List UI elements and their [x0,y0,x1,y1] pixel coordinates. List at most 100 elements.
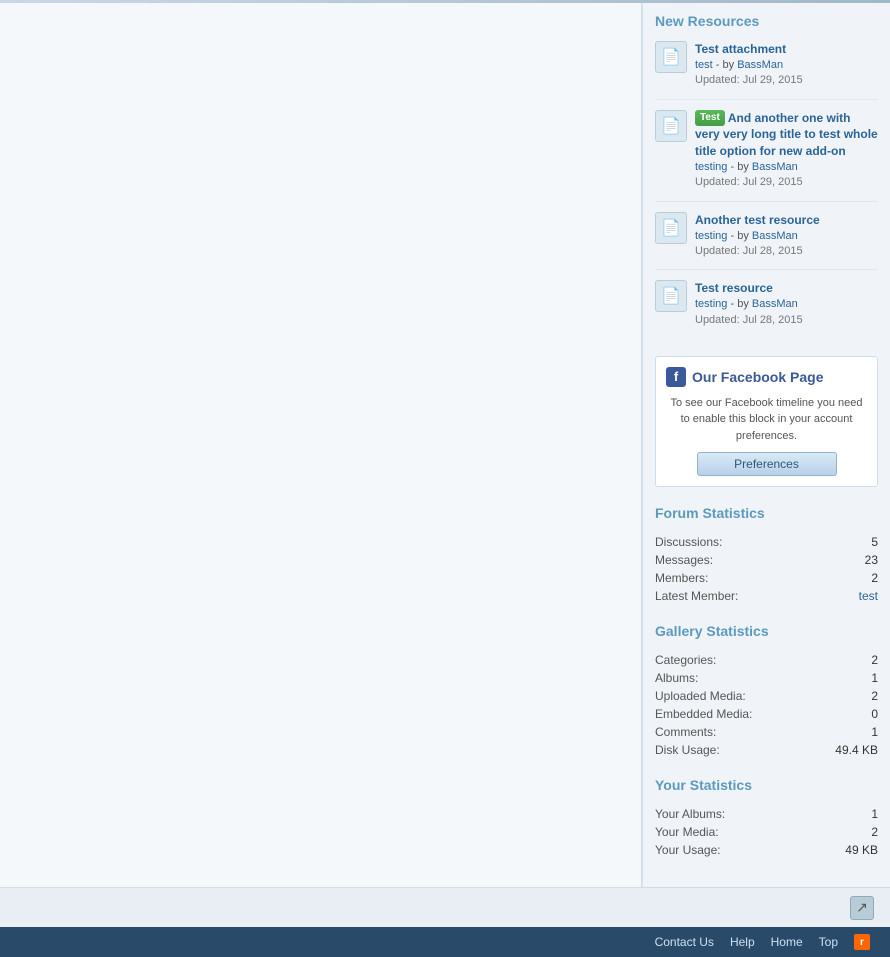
footer-home-link[interactable]: Home [771,935,803,949]
new-resources-section: New Resources 📄 Test attachment test - b… [655,13,878,338]
albums-value: 1 [810,669,878,687]
resource-thumb-1: 📄 [655,41,687,73]
table-row: Your Albums: 1 [655,805,878,823]
resource-author-2[interactable]: BassMan [752,161,798,173]
facebook-section: f Our Facebook Page To see our Facebook … [655,356,878,488]
left-panel [0,3,642,887]
comments-label: Comments: [655,723,810,741]
new-resources-title: New Resources [655,13,878,33]
table-row: Uploaded Media: 2 [655,687,878,705]
table-row: Members: 2 [655,569,878,587]
resource-category-link-3[interactable]: testing [695,230,727,242]
scroll-top-area: ↗ [0,887,890,927]
table-row: Messages: 23 [655,551,878,569]
resource-title-1[interactable]: Test attachment [695,42,786,56]
uploaded-media-label: Uploaded Media: [655,687,810,705]
resource-author-1[interactable]: BassMan [737,59,783,71]
resource-category-4: testing - by BassMan [695,297,878,312]
footer-contact-link[interactable]: Contact Us [655,935,714,949]
comments-value: 1 [810,723,878,741]
gallery-stats-table: Categories: 2 Albums: 1 Uploaded Media: … [655,651,878,759]
resource-thumb-2: 📄 [655,110,687,142]
albums-label: Albums: [655,669,810,687]
resource-thumb-3: 📄 [655,212,687,244]
resource-updated-1: Updated: Jul 29, 2015 [695,73,878,88]
scroll-top-button[interactable]: ↗ [850,896,874,920]
disk-usage-label: Disk Usage: [655,741,810,759]
members-label: Members: [655,569,836,587]
resource-category-2: testing - by BassMan [695,160,878,175]
resource-updated-4: Updated: Jul 28, 2015 [695,313,878,328]
content-wrapper: New Resources 📄 Test attachment test - b… [0,3,890,887]
facebook-description: To see our Facebook timeline you need to… [666,395,867,445]
footer-help-link[interactable]: Help [730,935,755,949]
members-value: 2 [836,569,878,587]
resource-author-prefix-3: - by [730,230,751,242]
your-albums-label: Your Albums: [655,805,807,823]
resource-category-link-2[interactable]: testing [695,161,727,173]
resource-category-1: test - by BassMan [695,58,878,73]
your-stats-title: Your Statistics [655,777,878,797]
table-row: Comments: 1 [655,723,878,741]
resource-author-3[interactable]: BassMan [752,230,798,242]
gallery-stats-section: Gallery Statistics Categories: 2 Albums:… [655,623,878,759]
messages-value: 23 [836,551,878,569]
resource-author-prefix-2: - by [730,161,751,173]
resource-info-3: Another test resource testing - by BassM… [695,212,878,260]
latest-member-value: test [836,587,878,605]
your-usage-value: 49 KB [807,841,878,859]
latest-member-link[interactable]: test [859,589,878,603]
resource-category-link-4[interactable]: testing [695,298,727,310]
your-albums-value: 1 [807,805,878,823]
embedded-media-label: Embedded Media: [655,705,810,723]
resource-author-prefix-4: - by [730,298,751,310]
resource-tag-2: Test [695,110,725,126]
resource-author-prefix-1: - by [716,59,737,71]
latest-member-label: Latest Member: [655,587,836,605]
table-row: Your Media: 2 [655,823,878,841]
resource-title-3[interactable]: Another test resource [695,213,820,227]
resource-info-1: Test attachment test - by BassMan Update… [695,41,878,89]
forum-stats-table: Discussions: 5 Messages: 23 Members: 2 L… [655,533,878,605]
forum-stats-title: Forum Statistics [655,505,878,525]
resource-author-4[interactable]: BassMan [752,298,798,310]
table-row: Discussions: 5 [655,533,878,551]
resource-thumb-4: 📄 [655,280,687,312]
resource-item-2: 📄 TestAnd another one with very very lon… [655,110,878,202]
table-row: Your Usage: 49 KB [655,841,878,859]
disk-usage-value: 49.4 KB [810,741,878,759]
table-row: Embedded Media: 0 [655,705,878,723]
resource-info-4: Test resource testing - by BassMan Updat… [695,280,878,328]
resource-updated-3: Updated: Jul 28, 2015 [695,244,878,259]
your-media-label: Your Media: [655,823,807,841]
gallery-stats-title: Gallery Statistics [655,623,878,643]
resource-item-4: 📄 Test resource testing - by BassMan Upd… [655,280,878,338]
categories-value: 2 [810,651,878,669]
your-stats-table: Your Albums: 1 Your Media: 2 Your Usage:… [655,805,878,859]
resource-title-4[interactable]: Test resource [695,281,773,295]
resource-category-link-1[interactable]: test [695,59,713,71]
embedded-media-value: 0 [810,705,878,723]
discussions-value: 5 [836,533,878,551]
your-usage-label: Your Usage: [655,841,807,859]
uploaded-media-value: 2 [810,687,878,705]
footer-top-link[interactable]: Top [819,935,838,949]
messages-label: Messages: [655,551,836,569]
right-sidebar: New Resources 📄 Test attachment test - b… [642,3,890,887]
preferences-button[interactable]: Preferences [697,452,837,476]
discussions-label: Discussions: [655,533,836,551]
facebook-icon: f [666,367,686,387]
rss-icon[interactable]: r [854,934,870,950]
resource-updated-2: Updated: Jul 29, 2015 [695,175,878,190]
categories-label: Categories: [655,651,810,669]
footer: Contact Us Help Home Top r [0,927,890,957]
table-row: Disk Usage: 49.4 KB [655,741,878,759]
resource-info-2: TestAnd another one with very very long … [695,110,878,191]
resource-category-3: testing - by BassMan [695,229,878,244]
your-media-value: 2 [807,823,878,841]
forum-stats-section: Forum Statistics Discussions: 5 Messages… [655,505,878,605]
resource-item-3: 📄 Another test resource testing - by Bas… [655,212,878,271]
facebook-title-text: Our Facebook Page [692,369,823,385]
facebook-title: f Our Facebook Page [666,367,867,387]
table-row: Categories: 2 [655,651,878,669]
